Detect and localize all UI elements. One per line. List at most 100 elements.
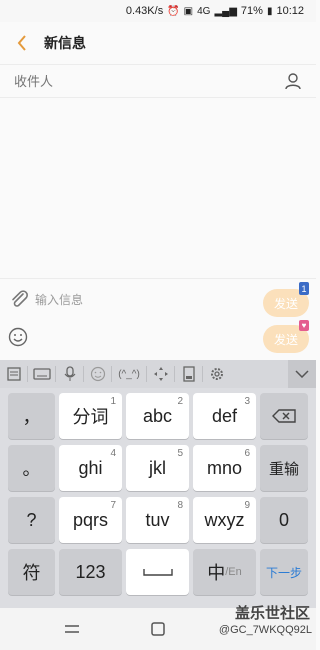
retype-key[interactable]: 重输 — [260, 445, 308, 491]
emoji-panel-button[interactable] — [84, 360, 111, 388]
key-1[interactable]: 分词 1 — [59, 393, 122, 439]
key-number: 6 — [244, 448, 250, 459]
key-number: 3 — [244, 396, 250, 407]
next-key[interactable]: 下一步 — [260, 549, 308, 595]
alarm-icon: ⏰ — [167, 5, 180, 17]
key-2[interactable]: abc 2 — [126, 393, 189, 439]
home-button[interactable] — [146, 617, 170, 641]
clock: 10:12 — [276, 5, 304, 17]
key-number: 7 — [110, 500, 116, 511]
key-label: 重输 — [268, 460, 299, 478]
gear-icon — [210, 368, 223, 380]
paperclip-icon — [12, 290, 28, 307]
key-label: wxyz — [204, 509, 245, 530]
key-8[interactable]: tuv 8 — [126, 497, 189, 543]
sim1-badge: 1 — [299, 282, 309, 295]
conversation-area — [0, 98, 316, 278]
key-label: ghi — [78, 457, 103, 478]
smiley-icon — [90, 366, 105, 382]
key-label: jkl — [149, 457, 166, 478]
emoticon-button[interactable]: (^_^) — [112, 360, 146, 388]
smiley-icon — [8, 327, 28, 347]
key-label: pqrs — [72, 509, 108, 530]
layout-icon — [6, 367, 21, 381]
key-label: 符 — [22, 563, 41, 583]
space-key[interactable] — [126, 549, 189, 595]
key-number: 5 — [177, 448, 183, 459]
key-comma[interactable]: ， — [8, 393, 55, 439]
symbol-key[interactable]: 符 — [8, 549, 55, 595]
key-0[interactable]: 0 — [260, 497, 308, 543]
key-label: def — [211, 405, 238, 426]
key-number: 2 — [177, 396, 183, 407]
key-label: 下一步 — [265, 565, 302, 580]
message-input[interactable]: 输入信息 — [35, 291, 83, 308]
key-number: 1 — [110, 396, 116, 407]
person-icon — [285, 73, 301, 90]
keyboard-toolbar: (^_^) — [0, 360, 316, 388]
numeric-key[interactable]: 123 — [59, 549, 122, 595]
cell-signal-icon: ▂▄▆ — [214, 5, 237, 17]
key-question[interactable]: ? — [8, 497, 55, 543]
key-label: ， — [22, 407, 41, 427]
space-icon — [142, 569, 173, 576]
battery-icon: ▮ — [266, 5, 273, 17]
network-speed: 0.43K/s — [125, 5, 164, 17]
recents-icon — [65, 625, 79, 633]
key-label: 中 — [207, 563, 226, 583]
key-number: 4 — [110, 448, 116, 459]
key-label: 0 — [278, 509, 289, 530]
key-label: abc — [142, 405, 173, 426]
key-sublabel: /En — [225, 566, 242, 578]
keyboard-switch-button[interactable] — [28, 360, 55, 388]
notification-icon: ▣ — [183, 5, 194, 17]
key-number: 8 — [177, 500, 183, 511]
attach-button[interactable] — [8, 288, 30, 310]
recipient-input[interactable] — [14, 73, 282, 89]
watermark-user: @GC_7WKQQ92L — [218, 624, 312, 636]
key-4[interactable]: ghi 4 — [59, 445, 122, 491]
key-label: ? — [26, 509, 37, 530]
page-title: 新信息 — [44, 35, 86, 51]
keyboard-layout-button[interactable] — [0, 360, 27, 388]
key-5[interactable]: jkl 5 — [126, 445, 189, 491]
key-label: 。 — [22, 459, 41, 479]
settings-button[interactable] — [203, 360, 230, 388]
key-7[interactable]: pqrs 7 — [59, 497, 122, 543]
key-6[interactable]: mno 6 — [193, 445, 256, 491]
clipboard-button[interactable] — [175, 360, 202, 388]
backspace-icon — [272, 409, 296, 423]
cursor-move-button[interactable] — [147, 360, 174, 388]
compose-area: 输入信息 发送 1 发送 ♥ — [0, 278, 316, 360]
battery-percent: 71% — [240, 5, 263, 17]
voice-input-button[interactable] — [56, 360, 83, 388]
key-number: 9 — [244, 500, 250, 511]
clipboard-icon — [182, 366, 195, 382]
recipient-row — [0, 64, 316, 98]
key-label: mno — [206, 457, 242, 478]
status-bar: 0.43K/s ⏰ ▣ 4G ▂▄▆ 71% ▮ 10:12 — [0, 0, 316, 22]
key-label: 分词 — [72, 407, 109, 427]
recent-apps-button[interactable] — [60, 617, 84, 641]
keyboard: ， 分词 1 abc 2 def 3 。 ghi 4 jkl 5 mno 6 重输 ? pq… — [0, 388, 316, 608]
heart-icon: ♥ — [299, 320, 309, 331]
key-period[interactable]: 。 — [8, 445, 55, 491]
key-label: 123 — [75, 561, 106, 582]
microphone-icon — [64, 366, 75, 381]
contact-picker-button[interactable] — [282, 70, 304, 92]
keyboard-icon — [32, 368, 51, 380]
key-label: tuv — [145, 509, 170, 530]
language-switch-key[interactable]: 中/En — [193, 549, 256, 595]
backspace-key[interactable] — [260, 393, 308, 439]
emoji-button[interactable] — [8, 327, 30, 349]
back-arrow-icon — [17, 35, 26, 51]
home-icon — [151, 622, 165, 636]
chevron-down-icon — [295, 370, 309, 378]
key-3[interactable]: def 3 — [193, 393, 256, 439]
back-button[interactable] — [0, 22, 44, 64]
signal-label: 4G — [197, 5, 211, 17]
key-9[interactable]: wxyz 9 — [193, 497, 256, 543]
watermark-logo-text: 盖乐世社区 — [234, 605, 310, 622]
collapse-keyboard-button[interactable] — [288, 360, 316, 388]
app-bar: 新信息 — [0, 22, 316, 64]
